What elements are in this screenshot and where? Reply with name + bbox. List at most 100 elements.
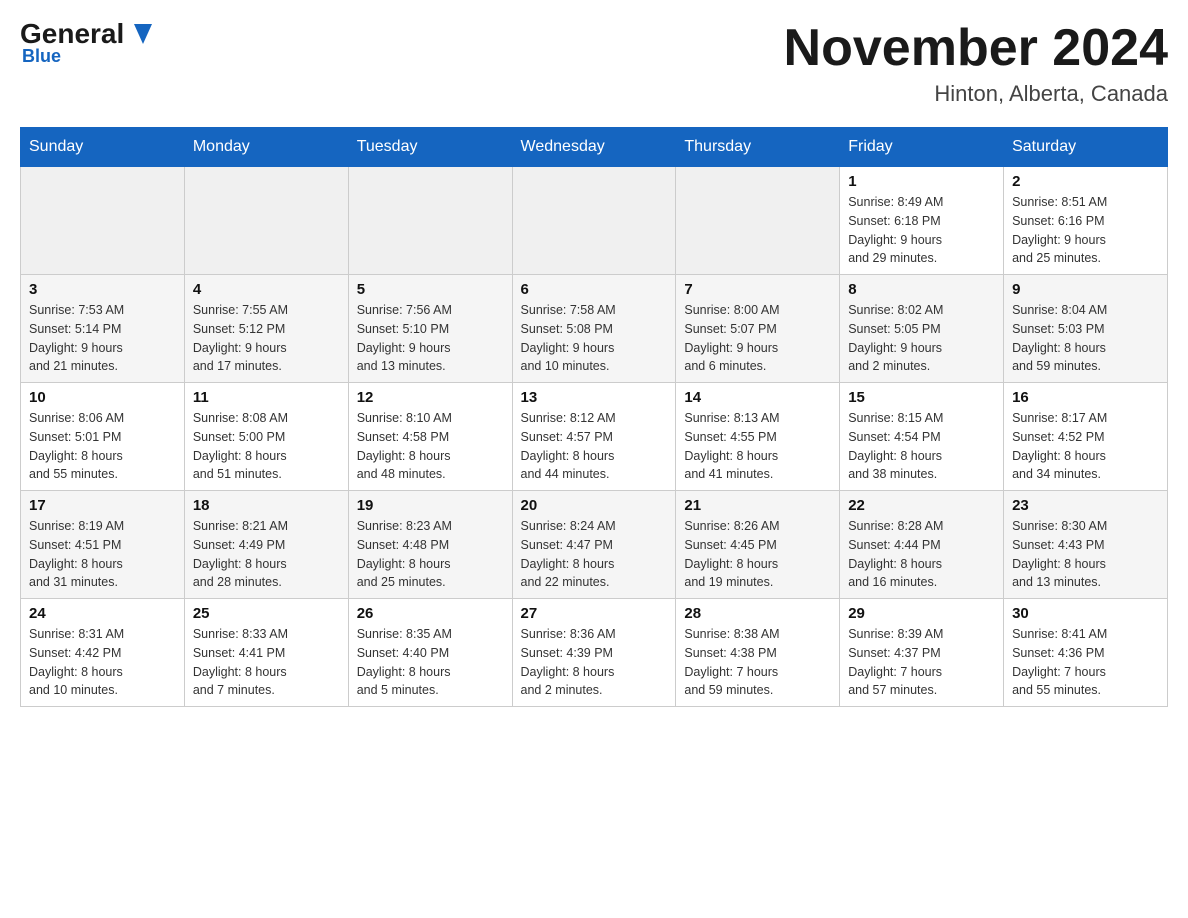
calendar-week-row: 10 Sunrise: 8:06 AM Sunset: 5:01 PM Dayli… xyxy=(21,383,1168,491)
page-header: General Blue November 2024 Hinton, Alber… xyxy=(20,20,1168,107)
table-row: 14 Sunrise: 8:13 AM Sunset: 4:55 PM Dayli… xyxy=(676,383,840,491)
day-info: Sunrise: 8:04 AM Sunset: 5:03 PM Dayligh… xyxy=(1012,301,1159,376)
col-sunday: Sunday xyxy=(21,128,185,167)
day-number: 17 xyxy=(29,497,176,514)
day-info: Sunrise: 8:13 AM Sunset: 4:55 PM Dayligh… xyxy=(684,409,831,484)
day-number: 29 xyxy=(848,605,995,622)
day-number: 24 xyxy=(29,605,176,622)
location-label: Hinton, Alberta, Canada xyxy=(784,81,1168,107)
day-info: Sunrise: 8:00 AM Sunset: 5:07 PM Dayligh… xyxy=(684,301,831,376)
table-row: 4 Sunrise: 7:55 AM Sunset: 5:12 PM Daylig… xyxy=(184,275,348,383)
table-row: 10 Sunrise: 8:06 AM Sunset: 5:01 PM Dayli… xyxy=(21,383,185,491)
logo-triangle-icon xyxy=(134,24,152,44)
calendar-week-row: 17 Sunrise: 8:19 AM Sunset: 4:51 PM Dayli… xyxy=(21,491,1168,599)
day-number: 30 xyxy=(1012,605,1159,622)
day-number: 8 xyxy=(848,281,995,298)
table-row: 5Sunrise: 7:56 AM Sunset: 5:10 PM Daylig… xyxy=(348,275,512,383)
day-info: Sunrise: 8:15 AM Sunset: 4:54 PM Dayligh… xyxy=(848,409,995,484)
day-info: Sunrise: 8:51 AM Sunset: 6:16 PM Dayligh… xyxy=(1012,193,1159,268)
col-wednesday: Wednesday xyxy=(512,128,676,167)
day-number: 7 xyxy=(684,281,831,298)
day-info: Sunrise: 8:19 AM Sunset: 4:51 PM Dayligh… xyxy=(29,517,176,592)
table-row: 1Sunrise: 8:49 AM Sunset: 6:18 PM Daylig… xyxy=(840,167,1004,275)
table-row: 15 Sunrise: 8:15 AM Sunset: 4:54 PM Dayli… xyxy=(840,383,1004,491)
table-row: 13Sunrise: 8:12 AM Sunset: 4:57 PM Dayli… xyxy=(512,383,676,491)
day-info: Sunrise: 7:58 AM Sunset: 5:08 PM Dayligh… xyxy=(521,301,668,376)
table-row: 6 Sunrise: 7:58 AM Sunset: 5:08 PM Daylig… xyxy=(512,275,676,383)
day-number: 9 xyxy=(1012,281,1159,298)
table-row xyxy=(348,167,512,275)
table-row: 19 Sunrise: 8:23 AM Sunset: 4:48 PM Dayli… xyxy=(348,491,512,599)
table-row: 8 Sunrise: 8:02 AM Sunset: 5:05 PM Daylig… xyxy=(840,275,1004,383)
table-row: 9 Sunrise: 8:04 AM Sunset: 5:03 PM Daylig… xyxy=(1004,275,1168,383)
col-thursday: Thursday xyxy=(676,128,840,167)
calendar-week-row: 24 Sunrise: 8:31 AM Sunset: 4:42 PM Dayli… xyxy=(21,599,1168,707)
day-info: Sunrise: 7:55 AM Sunset: 5:12 PM Dayligh… xyxy=(193,301,340,376)
table-row: 12Sunrise: 8:10 AM Sunset: 4:58 PM Dayli… xyxy=(348,383,512,491)
day-info: Sunrise: 7:56 AM Sunset: 5:10 PM Dayligh… xyxy=(357,301,504,376)
table-row xyxy=(512,167,676,275)
col-tuesday: Tuesday xyxy=(348,128,512,167)
day-info: Sunrise: 7:53 AM Sunset: 5:14 PM Dayligh… xyxy=(29,301,176,376)
table-row xyxy=(21,167,185,275)
table-row: 2Sunrise: 8:51 AM Sunset: 6:16 PM Daylig… xyxy=(1004,167,1168,275)
col-saturday: Saturday xyxy=(1004,128,1168,167)
table-row: 26 Sunrise: 8:35 AM Sunset: 4:40 PM Dayli… xyxy=(348,599,512,707)
col-monday: Monday xyxy=(184,128,348,167)
day-number: 20 xyxy=(521,497,668,514)
day-info: Sunrise: 8:02 AM Sunset: 5:05 PM Dayligh… xyxy=(848,301,995,376)
table-row: 28Sunrise: 8:38 AM Sunset: 4:38 PM Dayli… xyxy=(676,599,840,707)
day-number: 27 xyxy=(521,605,668,622)
table-row: 29Sunrise: 8:39 AM Sunset: 4:37 PM Dayli… xyxy=(840,599,1004,707)
calendar-week-row: 1Sunrise: 8:49 AM Sunset: 6:18 PM Daylig… xyxy=(21,167,1168,275)
calendar-table: Sunday Monday Tuesday Wednesday Thursday… xyxy=(20,127,1168,707)
day-info: Sunrise: 8:31 AM Sunset: 4:42 PM Dayligh… xyxy=(29,625,176,700)
day-number: 26 xyxy=(357,605,504,622)
table-row: 20Sunrise: 8:24 AM Sunset: 4:47 PM Dayli… xyxy=(512,491,676,599)
day-number: 23 xyxy=(1012,497,1159,514)
day-info: Sunrise: 8:06 AM Sunset: 5:01 PM Dayligh… xyxy=(29,409,176,484)
day-info: Sunrise: 8:35 AM Sunset: 4:40 PM Dayligh… xyxy=(357,625,504,700)
table-row: 7 Sunrise: 8:00 AM Sunset: 5:07 PM Daylig… xyxy=(676,275,840,383)
month-title: November 2024 xyxy=(784,20,1168,77)
day-number: 6 xyxy=(521,281,668,298)
day-number: 21 xyxy=(684,497,831,514)
table-row: 24 Sunrise: 8:31 AM Sunset: 4:42 PM Dayli… xyxy=(21,599,185,707)
day-number: 15 xyxy=(848,389,995,406)
day-number: 22 xyxy=(848,497,995,514)
day-info: Sunrise: 8:26 AM Sunset: 4:45 PM Dayligh… xyxy=(684,517,831,592)
day-info: Sunrise: 8:28 AM Sunset: 4:44 PM Dayligh… xyxy=(848,517,995,592)
day-number: 16 xyxy=(1012,389,1159,406)
day-info: Sunrise: 8:23 AM Sunset: 4:48 PM Dayligh… xyxy=(357,517,504,592)
table-row: 16 Sunrise: 8:17 AM Sunset: 4:52 PM Dayli… xyxy=(1004,383,1168,491)
col-friday: Friday xyxy=(840,128,1004,167)
table-row: 11Sunrise: 8:08 AM Sunset: 5:00 PM Dayli… xyxy=(184,383,348,491)
day-number: 10 xyxy=(29,389,176,406)
day-number: 19 xyxy=(357,497,504,514)
table-row: 18Sunrise: 8:21 AM Sunset: 4:49 PM Dayli… xyxy=(184,491,348,599)
table-row: 30 Sunrise: 8:41 AM Sunset: 4:36 PM Dayli… xyxy=(1004,599,1168,707)
day-info: Sunrise: 8:33 AM Sunset: 4:41 PM Dayligh… xyxy=(193,625,340,700)
day-info: Sunrise: 8:17 AM Sunset: 4:52 PM Dayligh… xyxy=(1012,409,1159,484)
table-row xyxy=(184,167,348,275)
day-number: 18 xyxy=(193,497,340,514)
calendar-week-row: 3 Sunrise: 7:53 AM Sunset: 5:14 PM Daylig… xyxy=(21,275,1168,383)
table-row: 22 Sunrise: 8:28 AM Sunset: 4:44 PM Dayli… xyxy=(840,491,1004,599)
day-info: Sunrise: 8:30 AM Sunset: 4:43 PM Dayligh… xyxy=(1012,517,1159,592)
table-row: 21 Sunrise: 8:26 AM Sunset: 4:45 PM Dayli… xyxy=(676,491,840,599)
day-info: Sunrise: 8:38 AM Sunset: 4:38 PM Dayligh… xyxy=(684,625,831,700)
day-info: Sunrise: 8:36 AM Sunset: 4:39 PM Dayligh… xyxy=(521,625,668,700)
logo-text: General xyxy=(20,20,134,48)
table-row: 17 Sunrise: 8:19 AM Sunset: 4:51 PM Dayli… xyxy=(21,491,185,599)
day-info: Sunrise: 8:41 AM Sunset: 4:36 PM Dayligh… xyxy=(1012,625,1159,700)
table-row: 27 Sunrise: 8:36 AM Sunset: 4:39 PM Dayli… xyxy=(512,599,676,707)
table-row: 3 Sunrise: 7:53 AM Sunset: 5:14 PM Daylig… xyxy=(21,275,185,383)
table-row: 23 Sunrise: 8:30 AM Sunset: 4:43 PM Dayli… xyxy=(1004,491,1168,599)
day-number: 14 xyxy=(684,389,831,406)
table-row xyxy=(676,167,840,275)
day-number: 11 xyxy=(193,389,340,406)
title-area: November 2024 Hinton, Alberta, Canada xyxy=(784,20,1168,107)
day-number: 4 xyxy=(193,281,340,298)
day-number: 1 xyxy=(848,173,995,190)
day-number: 3 xyxy=(29,281,176,298)
